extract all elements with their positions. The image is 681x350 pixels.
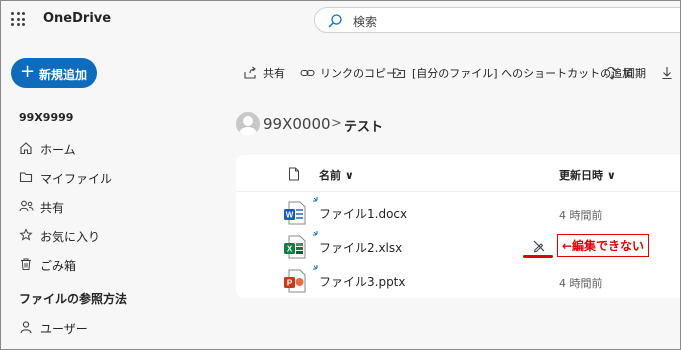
plus-icon: + (20, 61, 36, 82)
header-divider (236, 191, 680, 192)
top-bar: OneDrive 検索 (1, 1, 680, 39)
avatar (236, 112, 260, 136)
file-modified: 4 時間前 (559, 209, 603, 222)
home-icon (20, 142, 32, 155)
new-file-sparkle-icon (313, 231, 318, 236)
app-window: OneDrive 検索 + 新規追加 99X9999 ホーム マイファイル 共有… (0, 0, 681, 350)
file-row[interactable]: P ファイル3.pptx 4 時間前 (236, 265, 680, 299)
browse-section-title: ファイルの参照方法 (19, 292, 128, 306)
svg-text:W: W (286, 211, 294, 220)
new-file-sparkle-icon (313, 197, 318, 202)
file-name[interactable]: ファイル1.docx (319, 205, 407, 222)
star-icon (19, 228, 33, 241)
sidebar-item-label: お気に入り (40, 230, 101, 244)
people-icon (19, 200, 34, 212)
new-add-label: 新規追加 (39, 68, 88, 82)
breadcrumb-owner[interactable]: 99X0000 (263, 115, 331, 133)
breadcrumb-separator: > (331, 116, 342, 131)
powerpoint-file-icon: P (284, 269, 306, 293)
shortcut-icon (392, 68, 406, 79)
link-icon (300, 69, 315, 77)
person-icon (20, 321, 32, 334)
copy-link-command-label: リンクのコピー (320, 67, 397, 80)
excel-file-icon: X (284, 235, 306, 259)
file-list-panel: 名前 ∨ 更新日時 ∨ W ファイル1.docx 4 時間前 X ファイル2.x… (236, 155, 680, 299)
sidebar-item-label: 共有 (40, 201, 65, 215)
annotation-underline (523, 255, 553, 258)
search-placeholder: 検索 (353, 15, 378, 29)
app-launcher-icon[interactable] (11, 12, 25, 26)
sidebar-item-label: ごみ箱 (40, 259, 77, 273)
share-icon (244, 66, 256, 79)
sidebar-user-name: 99X9999 (19, 111, 74, 124)
file-type-header-icon (289, 167, 299, 181)
column-header-name[interactable]: 名前 ∨ (319, 167, 354, 183)
sidebar-item-label: ユーザー (40, 322, 88, 336)
search-box[interactable]: 検索 (314, 7, 680, 33)
app-name[interactable]: OneDrive (43, 11, 111, 26)
sidebar-item-label: ホーム (40, 143, 76, 157)
share-command-label: 共有 (263, 67, 285, 80)
add-shortcut-command-label: [自分のファイル] へのショートカットの追加 (412, 67, 634, 80)
file-name[interactable]: ファイル2.xlsx (319, 239, 402, 256)
search-icon (328, 14, 342, 28)
sync-command-label: 同期 (624, 67, 646, 80)
svg-text:P: P (287, 279, 293, 288)
file-row[interactable]: W ファイル1.docx 4 時間前 (236, 197, 680, 231)
new-file-sparkle-icon (313, 265, 318, 270)
sync-icon (604, 66, 619, 80)
file-name[interactable]: ファイル3.pptx (319, 273, 406, 290)
file-modified: 4 時間前 (559, 277, 603, 290)
trash-icon (21, 258, 31, 270)
column-header-modified[interactable]: 更新日時 ∨ (559, 167, 616, 183)
download-icon (662, 67, 672, 80)
word-file-icon: W (284, 201, 306, 225)
svg-text:X: X (287, 245, 293, 254)
new-add-button[interactable]: + 新規追加 (11, 58, 97, 88)
edit-disabled-icon (533, 240, 545, 253)
breadcrumb-current-folder: テスト (344, 120, 384, 135)
annotation-callout: ←編集できない (557, 234, 650, 257)
sidebar-item-label: マイファイル (40, 172, 113, 186)
folder-icon (19, 172, 33, 183)
